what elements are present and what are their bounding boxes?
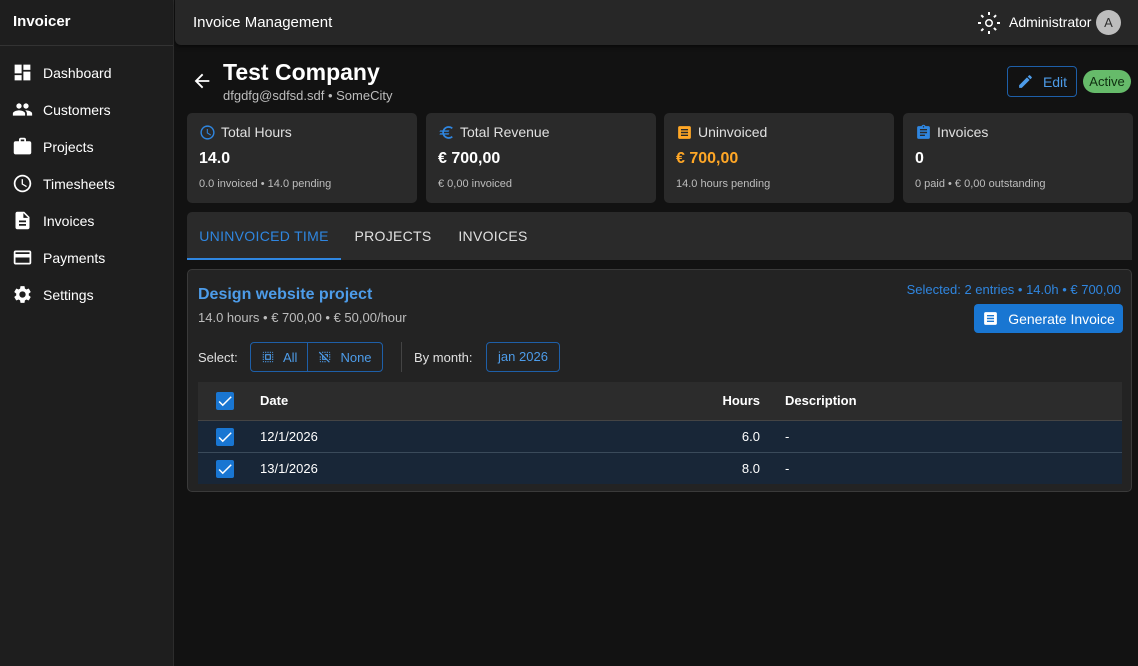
stat-card-uninvoiced: Uninvoiced € 700,00 14.0 hours pending <box>664 113 894 203</box>
cell-hours: 8.0 <box>741 461 760 476</box>
sidebar-item-projects[interactable]: Projects <box>0 128 173 165</box>
top-app-bar: Invoice Management Administrator A <box>175 0 1138 45</box>
arrow-back-icon[interactable] <box>191 70 213 92</box>
sidebar-nav: Dashboard Customers Projects Timesheets … <box>0 46 173 313</box>
sidebar-item-payments[interactable]: Payments <box>0 239 173 276</box>
stat-value: 14.0 <box>199 150 231 167</box>
project-time-card: Design website project 14.0 hours • € 70… <box>187 269 1132 492</box>
document-icon <box>15 211 30 230</box>
select-none-button[interactable]: None <box>307 343 381 371</box>
sidebar-item-label: Customers <box>43 101 111 118</box>
select-all-label: All <box>283 349 298 365</box>
stat-card-invoices: Invoices 0 0 paid • € 0,00 outstanding <box>903 113 1133 203</box>
month-filter-chip[interactable]: jan 2026 <box>486 342 560 372</box>
selection-summary: Selected: 2 entries • 14.0h • € 700,00 <box>906 282 1121 297</box>
table-header: Date Hours Description <box>198 382 1122 421</box>
generate-invoice-button[interactable]: Generate Invoice <box>974 304 1123 333</box>
stat-value: € 700,00 <box>676 150 739 167</box>
column-header-date[interactable]: Date <box>260 382 288 420</box>
check-icon <box>218 432 232 443</box>
stat-card-total-revenue: Total Revenue € 700,00 € 0,00 invoiced <box>426 113 656 203</box>
check-icon <box>218 464 232 475</box>
by-month-label: By month: <box>414 350 473 365</box>
user-name[interactable]: Administrator <box>1009 0 1091 45</box>
clock-icon <box>13 174 32 193</box>
stat-subtext: € 0,00 invoiced <box>438 178 512 190</box>
tab-invoices[interactable]: INVOICES <box>445 212 541 260</box>
stat-subtext: 0.0 invoiced • 14.0 pending <box>199 178 332 190</box>
tab-uninvoiced-time[interactable]: UNINVOICED TIME <box>187 212 341 260</box>
stat-subtext: 14.0 hours pending <box>676 178 771 190</box>
stat-label: Total Hours <box>221 124 292 140</box>
sidebar-item-customers[interactable]: Customers <box>0 91 173 128</box>
sidebar-item-label: Settings <box>43 286 94 303</box>
filter-divider <box>401 342 402 372</box>
sidebar-item-label: Projects <box>43 138 94 155</box>
sidebar-item-label: Dashboard <box>43 64 112 81</box>
stat-subtext: 0 paid • € 0,00 outstanding <box>915 178 1046 190</box>
customer-subtitle: dfgdfg@sdfsd.sdf • SomeCity <box>223 88 393 103</box>
table-row[interactable]: 13/1/2026 8.0 - <box>198 453 1122 484</box>
receipt-icon <box>984 312 998 325</box>
sidebar-item-invoices[interactable]: Invoices <box>0 202 173 239</box>
stat-value: 0 <box>915 150 924 167</box>
people-icon <box>12 103 33 116</box>
tab-projects[interactable]: PROJECTS <box>341 212 445 260</box>
status-badge: Active <box>1083 70 1131 93</box>
stat-label: Total Revenue <box>460 124 550 140</box>
receipt-icon <box>678 125 691 139</box>
column-header-description[interactable]: Description <box>785 382 857 420</box>
credit-card-icon <box>13 250 32 265</box>
check-icon <box>218 396 232 407</box>
deselect-icon <box>319 351 331 363</box>
sidebar: Invoicer Dashboard Customers Projects Ti… <box>0 0 174 666</box>
sidebar-item-label: Invoices <box>43 212 95 229</box>
sidebar-item-timesheets[interactable]: Timesheets <box>0 165 173 202</box>
select-label: Select: <box>198 350 238 365</box>
select-all-button[interactable]: All <box>251 343 307 371</box>
time-entries-table: Date Hours Description 12/1/2026 6.0 - 1… <box>198 382 1122 484</box>
euro-icon <box>439 125 453 139</box>
page-title: Test Company <box>223 59 380 85</box>
cell-hours: 6.0 <box>741 429 760 444</box>
row-checkbox[interactable] <box>216 428 234 446</box>
select-all-icon <box>262 351 274 363</box>
tab-bar: UNINVOICED TIME PROJECTS INVOICES <box>187 212 1132 260</box>
sidebar-item-dashboard[interactable]: Dashboard <box>0 54 173 91</box>
clipboard-icon <box>917 124 930 139</box>
row-checkbox[interactable] <box>216 460 234 478</box>
cell-date: 12/1/2026 <box>260 429 318 444</box>
stat-label: Uninvoiced <box>698 124 768 140</box>
project-summary: 14.0 hours • € 700,00 • € 50,00/hour <box>198 310 407 325</box>
stat-card-total-hours: Total Hours 14.0 0.0 invoiced • 14.0 pen… <box>187 113 417 203</box>
sidebar-item-label: Payments <box>43 249 106 266</box>
cell-description: - <box>785 429 790 444</box>
edit-button[interactable]: Edit <box>1007 66 1077 97</box>
gear-icon <box>14 286 31 303</box>
table-row[interactable]: 12/1/2026 6.0 - <box>198 421 1122 453</box>
generate-invoice-label: Generate Invoice <box>1008 310 1115 327</box>
cell-date: 13/1/2026 <box>260 461 318 476</box>
select-all-checkbox[interactable] <box>216 392 234 410</box>
pencil-icon <box>1019 75 1032 88</box>
dashboard-icon <box>14 64 31 81</box>
app-brand: Invoicer <box>0 0 173 46</box>
cell-description: - <box>785 461 790 476</box>
app-bar-title: Invoice Management <box>193 14 333 31</box>
sidebar-item-settings[interactable]: Settings <box>0 276 173 313</box>
clock-icon <box>200 124 215 140</box>
select-none-label: None <box>340 349 372 365</box>
select-button-group: All None <box>250 342 383 372</box>
briefcase-icon <box>13 137 32 155</box>
sidebar-item-label: Timesheets <box>43 175 115 192</box>
stat-value: € 700,00 <box>438 150 501 167</box>
avatar[interactable]: A <box>1096 10 1121 35</box>
sun-icon[interactable] <box>977 11 1001 35</box>
stat-label: Invoices <box>937 124 989 140</box>
column-header-hours[interactable]: Hours <box>722 382 760 420</box>
project-title[interactable]: Design website project <box>198 286 372 304</box>
edit-button-label: Edit <box>1042 73 1068 90</box>
